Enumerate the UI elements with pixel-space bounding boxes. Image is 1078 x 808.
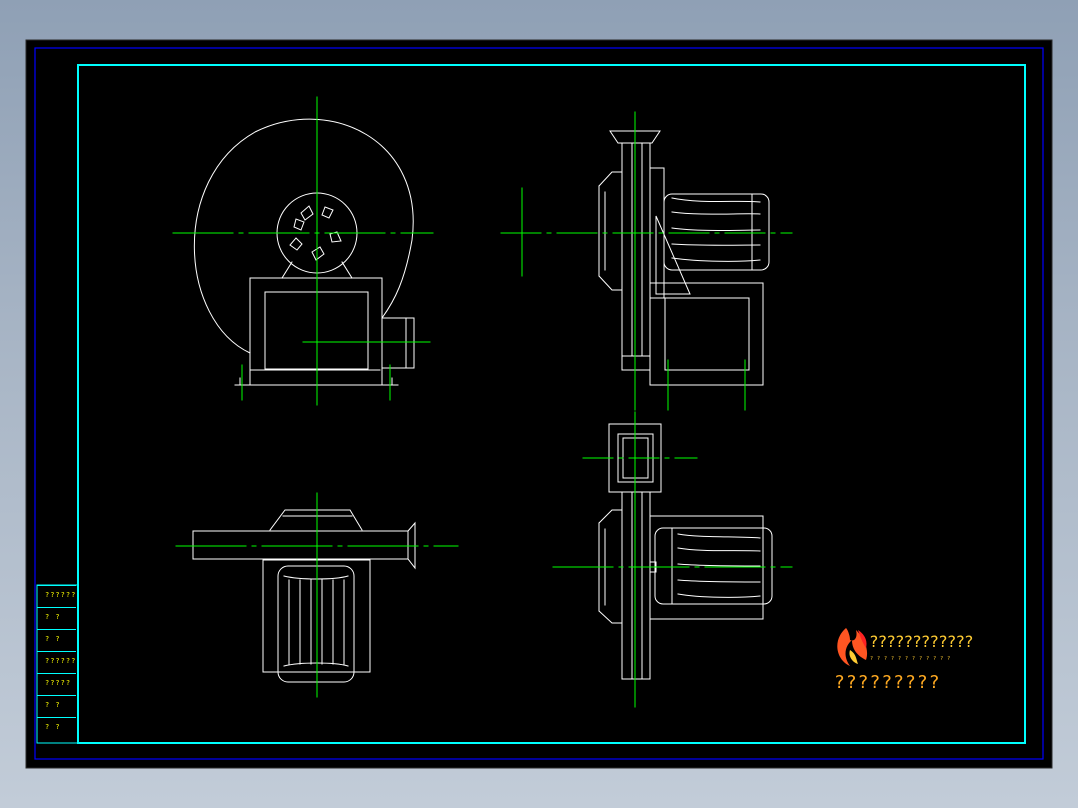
- side-table-label: ? ?: [45, 613, 61, 621]
- side-table-label: ??????: [45, 591, 77, 599]
- logo-caption: ?????????: [834, 672, 941, 693]
- side-table-label: ? ?: [45, 635, 61, 643]
- side-table-cell: ? ?: [37, 717, 76, 743]
- side-table-label: ? ?: [45, 723, 61, 731]
- side-table-cell: ??????: [37, 585, 76, 607]
- side-table-cell: ? ?: [37, 607, 76, 629]
- side-table-cell: ? ?: [37, 695, 76, 717]
- side-table-cell: ? ?: [37, 629, 76, 651]
- side-table-label: ??????: [45, 657, 77, 665]
- logo-title: ????????????: [869, 632, 974, 651]
- side-table-cell: ??????: [37, 651, 76, 673]
- side-table-cell: ?????: [37, 673, 76, 695]
- logo-subtitle: ????????????: [870, 656, 955, 662]
- side-table-label: ?????: [45, 679, 72, 687]
- cad-viewport[interactable]: ?????? ? ? ? ? ?????? ????? ? ? ? ? ????…: [0, 0, 1078, 808]
- side-table-label: ? ?: [45, 701, 61, 709]
